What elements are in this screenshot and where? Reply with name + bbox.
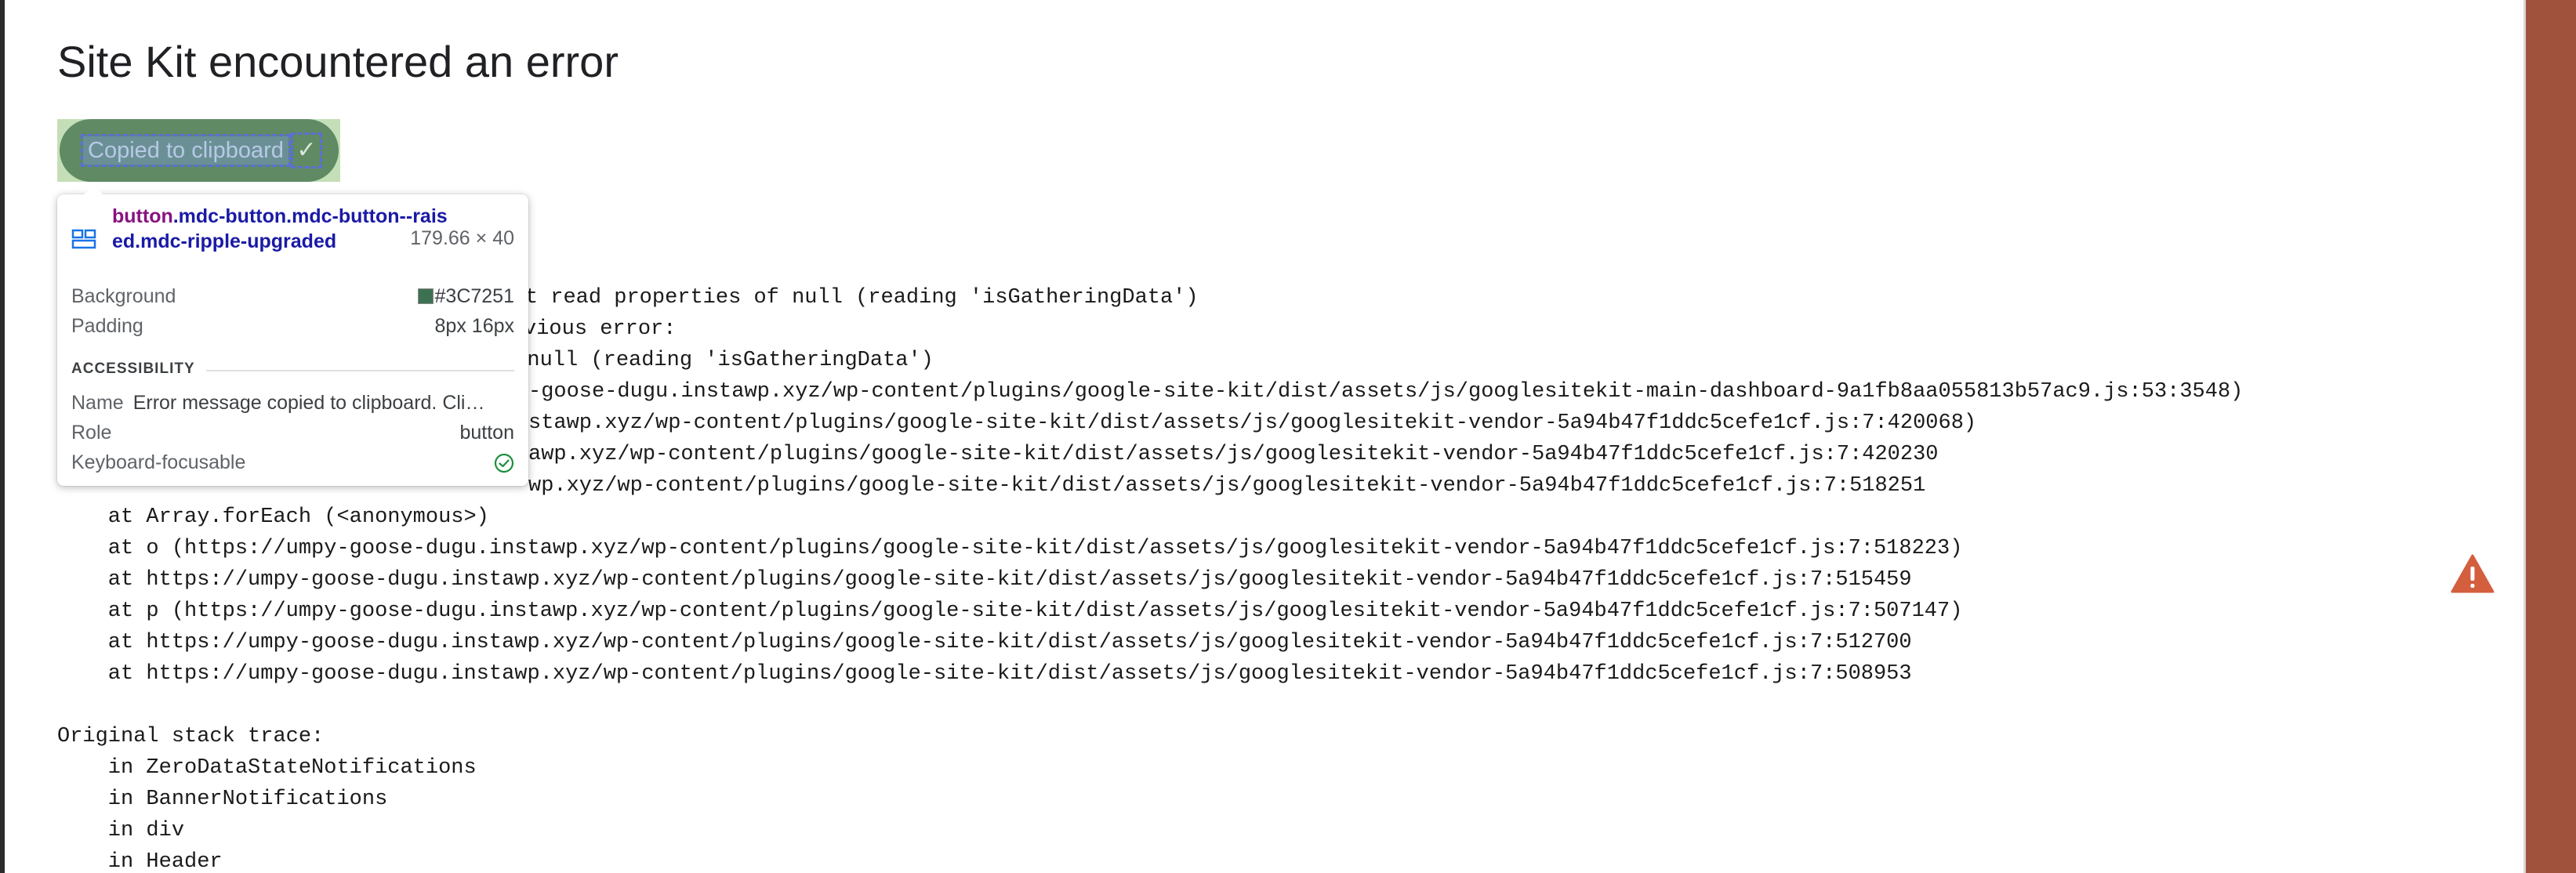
page-title: Site Kit encountered an error xyxy=(57,37,619,86)
copy-button-label: Copied to clipboard xyxy=(81,134,291,167)
name-label: Name xyxy=(71,392,124,414)
color-swatch xyxy=(417,288,434,304)
element-dimensions: 179.66 × 40 xyxy=(410,227,514,249)
selector-tag: button xyxy=(112,205,173,227)
role-value: button xyxy=(459,422,514,444)
padding-label: Padding xyxy=(71,315,143,337)
accessibility-heading: ACCESSIBILITY xyxy=(71,360,195,377)
focusable-label: Keyboard-focusable xyxy=(71,451,246,473)
background-row: Background #3C7251 xyxy=(71,282,514,310)
trace-line: at https://umpy-goose-dugu.instawp.xyz/w… xyxy=(57,568,1912,592)
inspector-tooltip: button.mdc-button.mdc-button--raised.mdc… xyxy=(57,185,528,486)
check-circle-icon xyxy=(494,454,514,473)
copy-error-button[interactable]: Copied to clipboard ✓ xyxy=(60,119,339,182)
trace-line: at o (https://umpy-goose-dugu.instawp.xy… xyxy=(57,537,1963,560)
window-left-edge xyxy=(0,0,5,873)
page-root: Site Kit encountered an error Copied to … xyxy=(0,0,2576,873)
role-label: Role xyxy=(71,422,112,444)
trace-line: Original stack trace: xyxy=(57,725,325,748)
accessible-name-row: Name Error message copied to clipboard. C… xyxy=(71,389,510,417)
role-row: Role button xyxy=(71,418,514,447)
trace-line xyxy=(57,690,2243,721)
trace-line: at https://umpy-goose-dugu.instawp.xyz/w… xyxy=(57,662,1912,686)
trace-line: in BannerNotifications xyxy=(57,788,388,811)
check-icon: ✓ xyxy=(291,132,322,168)
trace-line: in div xyxy=(57,819,185,842)
trace-line: in ZeroDataStateNotifications xyxy=(57,756,477,780)
padding-row: Padding 8px 16px xyxy=(71,312,514,340)
focusable-row: Keyboard-focusable xyxy=(71,448,514,476)
background-value-wrap: #3C7251 xyxy=(417,282,514,310)
padding-value: 8px 16px xyxy=(434,315,514,337)
element-icon xyxy=(71,229,96,249)
background-value: #3C7251 xyxy=(434,285,514,307)
trace-line: at Array.forEach (<anonymous>) xyxy=(57,505,489,529)
background-label: Background xyxy=(71,285,176,307)
side-panel-strip xyxy=(2526,0,2576,873)
focusable-value xyxy=(494,448,514,476)
element-selector: button.mdc-button.mdc-button--raised.mdc… xyxy=(112,204,457,254)
warning-icon[interactable] xyxy=(2451,553,2494,594)
tooltip-caret xyxy=(84,185,103,194)
accessibility-divider xyxy=(206,370,514,371)
trace-line: at p (https://umpy-goose-dugu.instawp.xy… xyxy=(57,600,1963,623)
trace-line: at https://umpy-goose-dugu.instawp.xyz/w… xyxy=(57,631,1912,654)
name-value: Error message copied to clipboard. Cli… xyxy=(132,392,485,414)
trace-line: in Header xyxy=(57,850,223,873)
